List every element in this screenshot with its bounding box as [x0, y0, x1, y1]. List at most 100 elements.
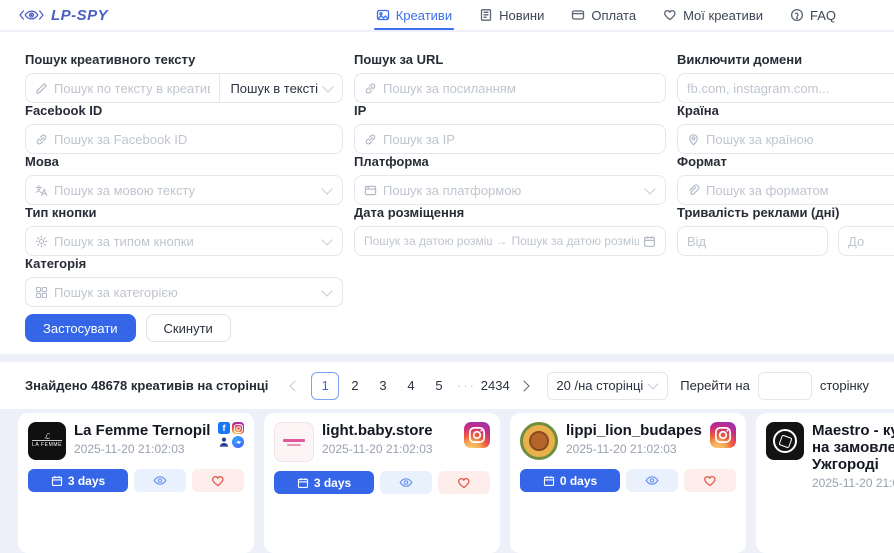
- ip-input[interactable]: [383, 132, 656, 147]
- avatar: [520, 422, 558, 460]
- nav-label: Новини: [499, 8, 544, 23]
- filter-label: Формат: [677, 154, 894, 170]
- facebook-icon: [218, 422, 230, 434]
- nav-label: FAQ: [810, 8, 836, 23]
- chevron-down-icon: [322, 81, 333, 92]
- audience-icon: [218, 436, 230, 448]
- filter-label: Категорія: [25, 256, 343, 272]
- goto-page-suffix: сторінку: [820, 378, 869, 393]
- nav-tab-payment[interactable]: Оплата: [571, 0, 636, 30]
- filter-label: Пошук за URL: [354, 52, 666, 68]
- calendar-icon: [643, 235, 656, 248]
- filter-platform: Платформа Пошук за платформою: [354, 154, 666, 205]
- nav-label: Креативи: [396, 8, 452, 23]
- prev-page-button[interactable]: [283, 373, 307, 399]
- favorite-button[interactable]: [192, 469, 244, 492]
- date-range-picker[interactable]: →: [354, 226, 666, 256]
- filter-creative-text: Пошук креативного тексту Пошук в тексті: [25, 52, 343, 103]
- avatar: [274, 422, 314, 462]
- filter-language: Мова Пошук за мовою тексту: [25, 154, 343, 205]
- filter-label: IP: [354, 103, 666, 119]
- pagination-ellipsis[interactable]: ···: [457, 378, 476, 393]
- page-size-select[interactable]: 20 /на сторінці: [547, 372, 668, 400]
- days-active-button[interactable]: 3 days: [28, 469, 128, 492]
- filter-category: Категорія Пошук за категорією: [25, 256, 343, 307]
- goto-page-input[interactable]: [758, 372, 812, 400]
- platform-icons: [218, 422, 244, 460]
- heart-icon: [663, 8, 677, 22]
- platform-select[interactable]: Пошук за платформою: [354, 175, 666, 205]
- text-search-mode-select[interactable]: Пошук в тексті: [219, 74, 342, 102]
- question-circle-icon: [790, 8, 804, 22]
- heart-icon: [457, 476, 471, 490]
- results-grid: ℒ LA FEMME La Femme Ternopil 2025-11-20 …: [0, 413, 894, 553]
- eye-icon: [399, 476, 413, 489]
- grid-icon: [35, 286, 48, 299]
- creative-card: Maestro - кухні, меблі на замовлення в У…: [756, 413, 894, 553]
- view-button[interactable]: [626, 469, 678, 492]
- page-button-5[interactable]: 5: [427, 373, 451, 399]
- nav-tab-news[interactable]: Новини: [479, 0, 544, 30]
- instagram-icon: [464, 422, 490, 448]
- duration-from-input[interactable]: [687, 234, 818, 249]
- page-button-3[interactable]: 3: [371, 373, 395, 399]
- chevron-down-icon: [321, 285, 332, 296]
- creative-text-input[interactable]: [54, 81, 210, 96]
- favorite-button[interactable]: [438, 471, 490, 494]
- exclude-domains-input[interactable]: [687, 81, 894, 96]
- nav-tab-my-creatives[interactable]: Мої креативи: [663, 0, 763, 30]
- filter-label: Виключити домени: [677, 52, 894, 68]
- credit-card-icon: [571, 8, 585, 22]
- page-button-last[interactable]: 2434: [482, 373, 508, 399]
- date-from-input[interactable]: [364, 234, 492, 248]
- goto-page-label: Перейти на: [680, 378, 750, 393]
- card-title: lippi_lion_budapest: [566, 422, 702, 439]
- card-title: Maestro - кухні, меблі на замовлення в У…: [812, 422, 894, 473]
- brand-name: LP-SPY: [51, 7, 108, 24]
- filter-duration: Тривалість реклами (дні): [677, 205, 894, 256]
- next-page-button[interactable]: [512, 373, 536, 399]
- creative-card: lippi_lion_budapest 2025-11-20 21:02:03 …: [510, 413, 746, 553]
- calendar-icon: [51, 475, 63, 487]
- chevron-left-icon: [290, 380, 301, 391]
- calendar-icon: [543, 475, 555, 487]
- duration-to-input[interactable]: [848, 234, 894, 249]
- page-button-4[interactable]: 4: [399, 373, 423, 399]
- country-input[interactable]: [706, 132, 894, 147]
- view-button[interactable]: [134, 469, 186, 492]
- nav-tab-creatives[interactable]: Креативи: [376, 0, 452, 30]
- reset-button[interactable]: Скинути: [146, 314, 231, 342]
- days-active-button[interactable]: 0 days: [520, 469, 620, 492]
- messenger-icon: [232, 436, 244, 448]
- chevron-down-icon: [321, 183, 332, 194]
- category-select[interactable]: Пошук за категорією: [25, 277, 343, 307]
- facebook-id-input[interactable]: [54, 132, 333, 147]
- filter-url: Пошук за URL: [354, 52, 666, 103]
- format-input[interactable]: [706, 183, 894, 198]
- filter-ip: IP: [354, 103, 666, 154]
- page-button-2[interactable]: 2: [343, 373, 367, 399]
- brand-logo[interactable]: LP-SPY: [18, 0, 108, 30]
- avatar: ℒ LA FEMME: [28, 422, 66, 460]
- nav-tab-faq[interactable]: FAQ: [790, 0, 836, 30]
- heart-icon: [211, 474, 225, 488]
- days-active-button[interactable]: 3 days: [274, 471, 374, 494]
- favorite-button[interactable]: [684, 469, 736, 492]
- button-type-select[interactable]: Пошук за типом кнопки: [25, 226, 343, 256]
- link-icon: [364, 133, 377, 146]
- creative-card: light.baby.store 2025-11-20 21:02:03 3 d…: [264, 413, 500, 553]
- filter-button-type: Тип кнопки Пошук за типом кнопки: [25, 205, 343, 256]
- results-toolbar: Знайдено 48678 креативів на сторінці 1 2…: [0, 362, 894, 409]
- browser-icon: [364, 184, 377, 197]
- date-to-input[interactable]: [512, 234, 640, 248]
- card-date: 2025-11-20 21:02:03: [812, 476, 894, 490]
- card-date: 2025-11-20 21:02:03: [322, 442, 456, 456]
- page-button-1[interactable]: 1: [311, 372, 339, 400]
- url-input[interactable]: [383, 81, 656, 96]
- gear-icon: [35, 235, 48, 248]
- paperclip-icon: [687, 184, 700, 197]
- apply-button[interactable]: Застосувати: [25, 314, 136, 342]
- filter-label: Дата розміщення: [354, 205, 666, 221]
- view-button[interactable]: [380, 471, 432, 494]
- language-select[interactable]: Пошук за мовою тексту: [25, 175, 343, 205]
